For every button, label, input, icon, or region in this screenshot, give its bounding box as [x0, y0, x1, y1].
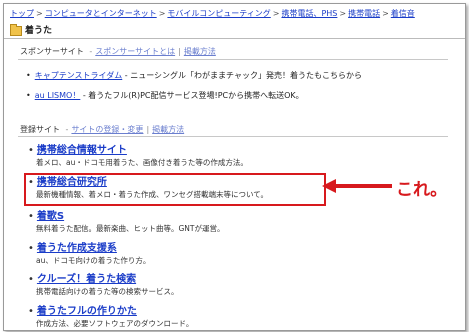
breadcrumb-separator: > — [382, 9, 389, 18]
breadcrumb-ringtone[interactable]: 着信音 — [391, 9, 415, 18]
breadcrumb: トップ > コンピュータとインターネット > モバイルコンピューティング > 携帯電話、PH… — [10, 8, 415, 19]
registered-divider — [18, 136, 448, 137]
breadcrumb-mobile-phone[interactable]: 携帯電話 — [348, 9, 380, 18]
list-item: • 着歌S 無料着うた配信。最新楽曲、ヒット曲等。GNTが運営。 — [28, 211, 225, 233]
registered-heading: 登録サイト — [20, 125, 60, 134]
registered-listing-link[interactable]: 掲載方法 — [152, 125, 184, 134]
list-item: • クルーズ！着うた検索 携帯電話向けの着うた等の検索サービス。 — [28, 274, 179, 296]
register-site-link[interactable]: サイトの登録・変更 — [71, 125, 143, 134]
sponsor-item-link[interactable]: キャプテンストライダム — [35, 71, 123, 80]
site-link[interactable]: クルーズ！着うた検索 — [37, 274, 136, 285]
site-link[interactable]: 着うた作成支援系 — [37, 243, 117, 254]
site-link[interactable]: 着歌S — [37, 211, 64, 222]
sponsor-heading-row: スポンサーサイト - スポンサーサイトとは | 掲載方法 — [20, 47, 216, 56]
site-link[interactable]: 携帯総合情報サイト — [37, 145, 127, 156]
site-link[interactable]: 着うたフルの作りかた — [37, 306, 137, 317]
site-description: 携帯電話向けの着うた等の検索サービス。 — [36, 287, 179, 296]
breadcrumb-mobile-computing[interactable]: モバイルコンピューティング — [167, 9, 270, 18]
site-description: 着メロ、au・ドコモ用着うた、画像付き着うた等の作成方法。 — [36, 158, 248, 167]
folder-icon — [10, 23, 22, 36]
breadcrumb-separator: > — [272, 9, 280, 18]
page-title-row: 着うた — [10, 23, 52, 36]
registered-heading-row: 登録サイト - サイトの登録・変更 | 掲載方法 — [20, 125, 185, 134]
breadcrumb-separator: > — [158, 9, 166, 18]
sponsor-divider — [18, 59, 448, 60]
sponsor-listing-link[interactable]: 掲載方法 — [184, 47, 216, 56]
sponsor-item: • au LISMO！ - 着うたフル(R)PC配信サービス登場!PCから携帯へ転… — [26, 91, 304, 100]
sponsor-heading: スポンサーサイト — [20, 47, 84, 56]
site-description: au、ドコモ向けの着うた作り方。 — [36, 256, 151, 265]
annotation-label: これ。 — [396, 180, 448, 200]
site-description: 作成方法、必要ソフトウェアのダウンロード。 — [36, 319, 194, 328]
list-item: • 携帯総合情報サイト 着メロ、au・ドコモ用着うた、画像付き着うた等の作成方法。 — [28, 145, 248, 167]
sponsor-about-link[interactable]: スポンサーサイトとは — [95, 47, 175, 56]
site-description: 無料着うた配信。最新楽曲、ヒット曲等。GNTが運営。 — [36, 224, 225, 233]
breadcrumb-computer-internet[interactable]: コンピュータとインターネット — [45, 9, 157, 18]
breadcrumb-mobile-phs[interactable]: 携帯電話、PHS — [281, 9, 337, 18]
page-title: 着うた — [25, 26, 53, 36]
breadcrumb-separator: > — [36, 9, 43, 18]
screenshot-frame: トップ > コンピュータとインターネット > モバイルコンピューティング > 携帯電話、PH… — [3, 3, 466, 331]
sponsor-item-text: - 着うたフル(R)PC配信サービス登場!PCから携帯へ転送OK。 — [80, 91, 304, 100]
highlight-box — [24, 173, 326, 206]
sponsor-item-link[interactable]: au LISMO！ — [35, 91, 81, 100]
left-arrow-icon — [322, 179, 392, 193]
list-item: • 着うたフルの作りかた 作成方法、必要ソフトウェアのダウンロード。 — [28, 306, 194, 328]
title-divider — [4, 38, 465, 39]
sponsor-item: • キャプテンストライダム - ニューシングル「わがままチャック」発売！着うたもこ… — [26, 71, 362, 80]
list-item: • 着うた作成支援系 au、ドコモ向けの着うた作り方。 — [28, 243, 151, 265]
breadcrumb-top[interactable]: トップ — [10, 9, 34, 18]
sponsor-item-text: - ニューシングル「わがままチャック」発売！着うたもこちらから — [122, 71, 362, 80]
breadcrumb-separator: > — [339, 9, 347, 18]
